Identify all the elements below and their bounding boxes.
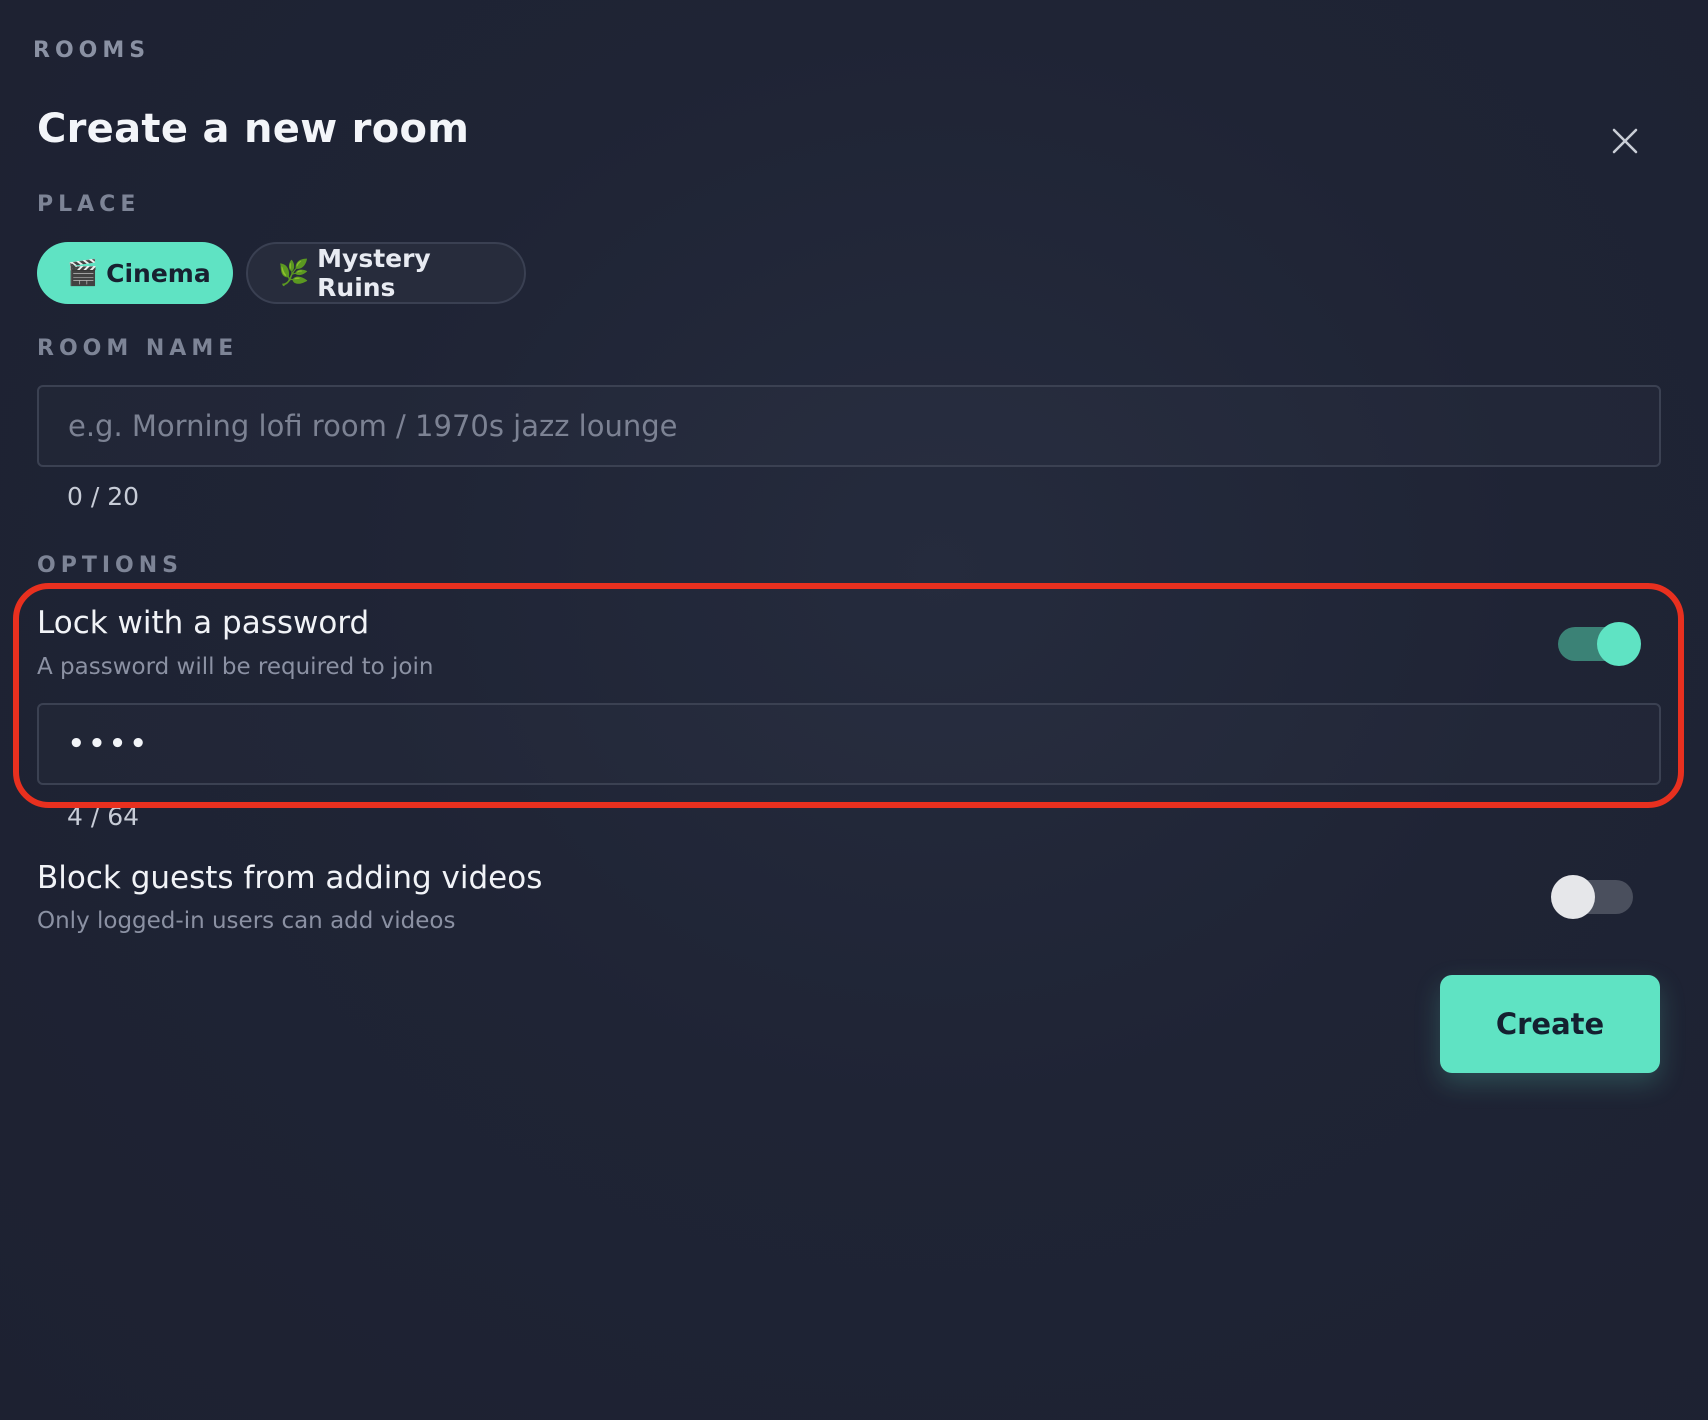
room-name-counter: 0 / 20 — [67, 482, 140, 511]
toggle-knob — [1551, 875, 1595, 919]
room-name-input[interactable]: e.g. Morning lofi room / 1970s jazz loun… — [37, 385, 1661, 467]
section-label-options: OPTIONS — [37, 553, 183, 578]
lock-password-toggle[interactable] — [1558, 622, 1641, 666]
block-guests-option-title: Block guests from adding videos — [37, 860, 543, 896]
block-guests-option-description: Only logged-in users can add videos — [37, 908, 456, 934]
password-counter: 4 / 64 — [67, 802, 140, 831]
place-chip-label: Cinema — [106, 258, 211, 288]
password-value: •••• — [68, 729, 151, 759]
section-label-rooms: ROOMS — [33, 38, 151, 63]
herb-icon: 🌿 — [278, 258, 310, 287]
block-guests-toggle[interactable] — [1551, 875, 1633, 919]
place-chip-label: Mystery Ruins — [317, 244, 431, 302]
page-title: Create a new room — [37, 106, 470, 152]
password-input[interactable]: •••• — [37, 703, 1661, 785]
create-button[interactable]: Create — [1440, 975, 1660, 1073]
place-chip-cinema[interactable]: 🎬 Cinema — [37, 242, 233, 304]
lock-option-title: Lock with a password — [37, 605, 370, 641]
section-label-room-name: ROOM NAME — [37, 336, 239, 361]
toggle-knob — [1597, 622, 1641, 666]
lock-option-description: A password will be required to join — [37, 654, 434, 680]
close-icon — [1612, 128, 1638, 154]
room-name-placeholder: e.g. Morning lofi room / 1970s jazz loun… — [68, 409, 678, 443]
section-label-place: PLACE — [37, 192, 141, 217]
place-chip-mystery-ruins[interactable]: 🌿 Mystery Ruins — [246, 242, 526, 304]
close-button[interactable] — [1600, 116, 1650, 166]
clapperboard-icon: 🎬 — [67, 258, 99, 287]
